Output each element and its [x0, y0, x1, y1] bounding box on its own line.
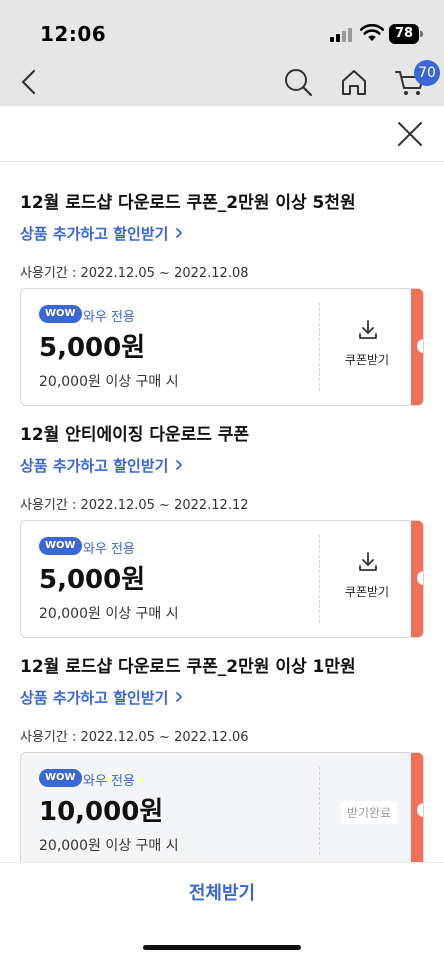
close-button[interactable] — [392, 116, 428, 152]
coupon-period: 사용기간 : 2022.12.05 ~ 2022.12.08 — [20, 266, 249, 281]
download-coupon-button[interactable]: 쿠폰받기 — [321, 289, 413, 405]
search-button[interactable] — [280, 64, 316, 100]
coupon-condition: 20,000원 이상 구매 시 — [39, 374, 179, 390]
coupon-card: WOW 와우 전용 10,000원 20,000원 이상 구매 시 받기완료 — [20, 752, 424, 870]
home-button[interactable] — [336, 64, 372, 100]
top-nav — [0, 56, 444, 106]
back-button[interactable] — [12, 64, 48, 100]
search-icon — [285, 69, 313, 97]
coupon-amount: 5,000원 — [39, 565, 146, 595]
download-coupon-button[interactable]: 쿠폰받기 — [321, 521, 413, 637]
battery-level: 78 — [394, 26, 414, 41]
wow-badge: WOW — [39, 769, 82, 787]
coupon-card: WOW 와우 전용 5,000원 20,000원 이상 구매 시 쿠폰받기 — [20, 520, 424, 638]
add-products-link-label: 상품 추가하고 할인받기 — [20, 225, 169, 243]
coupon-amount: 10,000원 — [39, 797, 164, 827]
add-products-link-label: 상품 추가하고 할인받기 — [20, 689, 169, 707]
coupon-condition: 20,000원 이상 구매 시 — [39, 838, 179, 854]
coupon-title: 12월 로드샵 다운로드 쿠폰_2만원 이상 1만원 — [20, 657, 356, 677]
home-icon — [342, 70, 366, 95]
card-divider — [319, 535, 320, 623]
coupon-condition: 20,000원 이상 구매 시 — [39, 606, 179, 622]
coupon-title: 12월 로드샵 다운로드 쿠폰_2만원 이상 5천원 — [20, 193, 356, 213]
coupon-card: WOW 와우 전용 5,000원 20,000원 이상 구매 시 쿠폰받기 — [20, 288, 424, 406]
card-divider — [319, 767, 320, 855]
chevron-right-icon — [176, 228, 183, 238]
chevron-right-icon — [176, 692, 183, 702]
chevron-right-icon — [176, 460, 183, 470]
cart-count-badge: 70 — [414, 60, 440, 86]
coupon-period: 사용기간 : 2022.12.05 ~ 2022.12.06 — [20, 730, 249, 745]
coupon-notch — [417, 339, 423, 353]
wow-exclusive-label: 와우 전용 — [83, 542, 135, 557]
status-bar: 12:06 78 — [0, 0, 444, 56]
coupon-period: 사용기간 : 2022.12.05 ~ 2022.12.12 — [20, 498, 249, 513]
coupon-title: 12월 안티에이징 다운로드 쿠폰 — [20, 425, 250, 445]
coupon-amount: 5,000원 — [39, 333, 146, 363]
add-products-link[interactable]: 상품 추가하고 할인받기 — [20, 687, 184, 708]
close-icon — [398, 122, 422, 146]
add-products-link[interactable]: 상품 추가하고 할인받기 — [20, 455, 184, 476]
home-indicator — [143, 945, 301, 950]
download-icon — [359, 552, 377, 571]
wifi-icon — [360, 24, 384, 41]
wow-exclusive-label: 와우 전용 — [83, 310, 135, 325]
wow-badge: WOW — [39, 305, 82, 323]
download-coupon-label: 쿠폰받기 — [344, 585, 390, 599]
coupon-notch — [417, 571, 423, 585]
bottom-bar: 전체받기 — [0, 862, 444, 961]
coupon-notch — [417, 803, 423, 817]
download-all-button[interactable]: 전체받기 — [0, 879, 444, 909]
download-icon — [359, 320, 377, 339]
status-time: 12:06 — [40, 22, 107, 46]
add-products-link[interactable]: 상품 추가하고 할인받기 — [20, 223, 184, 244]
download-coupon-label: 쿠폰받기 — [344, 353, 390, 367]
wow-badge: WOW — [39, 537, 82, 555]
coupon-received-label: 받기완료 — [341, 801, 398, 824]
card-divider — [319, 303, 320, 391]
cellular-signal-icon — [330, 26, 354, 42]
battery-icon: 78 — [389, 24, 423, 44]
sheet-header — [0, 106, 444, 162]
back-chevron-icon — [21, 69, 36, 95]
add-products-link-label: 상품 추가하고 할인받기 — [20, 457, 169, 475]
wow-exclusive-label: 와우 전용 — [83, 774, 135, 789]
